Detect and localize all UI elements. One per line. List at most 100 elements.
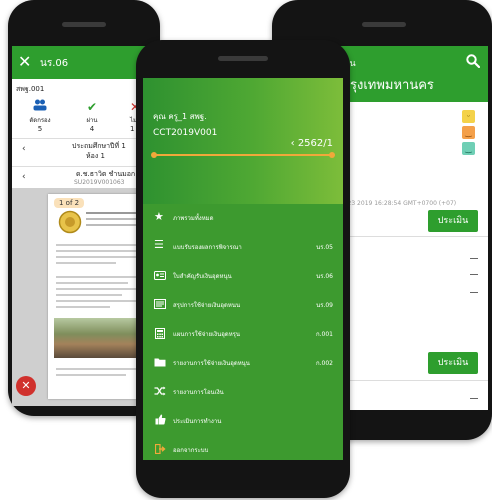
text-line (86, 218, 136, 220)
search-icon[interactable] (466, 54, 480, 68)
year-label: 2562/1 (297, 138, 333, 149)
menu-code: นร.05 (316, 244, 333, 251)
page-indicator: 1 of 2 (54, 198, 85, 208)
dash-mark (470, 398, 478, 399)
menu-code: นร.06 (316, 273, 333, 280)
text-line (56, 276, 142, 278)
text-line (56, 256, 140, 258)
stat-count: 5 (37, 125, 43, 133)
text-line (86, 224, 140, 226)
evaluate-button[interactable]: ประเมิน (428, 210, 478, 232)
seal-logo (58, 210, 82, 234)
text-line (56, 306, 110, 308)
dash-mark (470, 274, 478, 275)
stat-label: ผ่าน (86, 117, 98, 124)
stat-count: 4 (89, 125, 95, 133)
page-label: 1 of 2 (59, 199, 80, 207)
close-fab[interactable]: ✕ (16, 376, 36, 396)
calculator-icon (155, 328, 165, 339)
left-screen: ✕ นร.06 สพฐ.001 ตัดกรอง 5 ✔ ผ่าน 4 ✕ ไม่… (12, 46, 156, 406)
menu-label: สรุปการใช้จ่ายเงินอุดหนน (173, 302, 241, 309)
menu-item-k002[interactable]: รายงานการใช้จ่ายเงินอุดหนุน ก.002 (143, 349, 343, 378)
text-line (56, 244, 142, 246)
chevron-left-icon[interactable]: ‹ (22, 172, 26, 182)
class-nav: ‹ ประถมศึกษาปีที่ 1 ห้อง 1 (12, 140, 156, 164)
speaker-grille (62, 22, 106, 27)
speaker-grille (218, 56, 268, 61)
menu-code: ก.002 (316, 360, 333, 367)
check-icon: ✔ (86, 100, 98, 114)
text-line (56, 250, 136, 252)
menu-label: รายงานการโอนเงิน (173, 389, 224, 396)
text-line (56, 262, 116, 264)
id-card-icon (154, 271, 166, 280)
menu-label: แผนการใช้จ่ายเงินอุดหรุน (173, 331, 240, 338)
text-line (56, 288, 136, 290)
stat-passed[interactable]: ✔ ผ่าน 4 (72, 96, 112, 133)
slider-dot (151, 152, 157, 158)
emoji-cool-icon[interactable]: ‿ (462, 142, 475, 155)
text-line (56, 374, 126, 376)
evaluate-button[interactable]: ประเมิน (428, 352, 478, 374)
year-slider[interactable] (151, 152, 335, 158)
project-code: CCT2019V001 (153, 128, 218, 138)
user-name: คุณ ครู_1 สพฐ. (153, 112, 207, 121)
menu-item-k001[interactable]: แผนการใช้จ่ายเงินอุดหรุน ก.001 (143, 320, 343, 349)
menu-item-evaluation[interactable]: ประเมินการทำงาน (143, 407, 343, 436)
menu-item-nr09[interactable]: สรุปการใช้จ่ายเงินอุดหนน นร.09 (143, 291, 343, 320)
emoji-column: ᵕ ‿ ‿ (462, 110, 478, 155)
menu-code: นร.09 (316, 302, 333, 309)
text-line (56, 294, 122, 296)
dash-mark (470, 292, 478, 293)
text-line (56, 282, 128, 284)
menu-item-nr05[interactable]: ☰ แบบรับรองผลการพิจารณา นร.05 (143, 233, 343, 262)
close-icon: ✕ (21, 379, 31, 392)
left-header-title: นร.06 (40, 58, 69, 69)
menu-label: ประเมินการทำงาน (173, 418, 222, 425)
menu-item-overview[interactable]: ★ ภาพรวมทั้งหมด (143, 204, 343, 233)
document-viewer[interactable]: 1 of 2 ✕ (12, 188, 156, 406)
timestamp: ug 23 2019 16:28:54 GMT+0700 (+07) (338, 200, 457, 207)
speaker-grille (362, 22, 406, 27)
star-icon: ★ (154, 210, 164, 223)
menu-label: ภาพรวมทั้งหมด (173, 215, 214, 222)
stat-label: ตัดกรอง (29, 117, 51, 124)
center-phone: คุณ ครู_1 สพฐ. CCT2019V001 ‹ 2562/1 ★ ภา… (136, 40, 350, 498)
text-line (56, 300, 140, 302)
menu-label: ใบสำคัญรับเงินอุดหนุน (173, 273, 232, 280)
chevron-left-icon[interactable]: ‹ (22, 144, 26, 154)
year-selector[interactable]: ‹ 2562/1 (291, 138, 333, 149)
menu-code: ก.001 (316, 331, 333, 338)
menu-item-transfer[interactable]: รายงานการโอนเงิน (143, 378, 343, 407)
emoji-happy-icon[interactable]: ᵕ (462, 110, 475, 123)
menu-label: รายงานการใช้จ่ายเงินอุดหนุน (173, 360, 250, 367)
menu-label: ออกจากระบบ (173, 447, 209, 454)
menu-item-nr06[interactable]: ใบสำคัญรับเงินอุดหนุน นร.06 (143, 262, 343, 291)
text-line (56, 368, 136, 370)
drawer-header: คุณ ครู_1 สพฐ. CCT2019V001 ‹ 2562/1 (143, 78, 343, 204)
dash-mark (470, 258, 478, 259)
menu-item-logout[interactable]: ออกจากระบบ (143, 436, 343, 460)
drawer-menu: ★ ภาพรวมทั้งหมด ☰ แบบรับรองผลการพิจารณา … (143, 204, 343, 460)
close-icon[interactable]: ✕ (18, 52, 31, 72)
document-page: 1 of 2 (48, 194, 148, 399)
student-id: SU2019V001063 (74, 179, 125, 186)
folder-icon (154, 358, 166, 367)
group-photo (54, 318, 142, 358)
stat-screened[interactable]: ตัดกรอง 5 (20, 96, 60, 133)
code-label: สพฐ.001 (16, 85, 45, 93)
divider (12, 166, 156, 167)
stats-row: ตัดกรอง 5 ✔ ผ่าน 4 ✕ ไม่ผ่ 1 (12, 96, 156, 133)
chevron-left-icon: ‹ (290, 138, 298, 149)
list-icon: ☰ (154, 238, 164, 251)
users-icon (33, 99, 47, 111)
divider (12, 138, 156, 139)
thumbs-up-icon (155, 414, 166, 425)
slider-dot (329, 152, 335, 158)
emoji-neutral-icon[interactable]: ‿ (462, 126, 475, 139)
shuffle-icon (154, 386, 166, 396)
room-label: ห้อง 1 (86, 152, 105, 160)
left-app-bar: ✕ นร.06 (12, 46, 156, 79)
right-header-title: รุงเทพมหานคร (350, 78, 434, 93)
document-icon (154, 299, 166, 309)
